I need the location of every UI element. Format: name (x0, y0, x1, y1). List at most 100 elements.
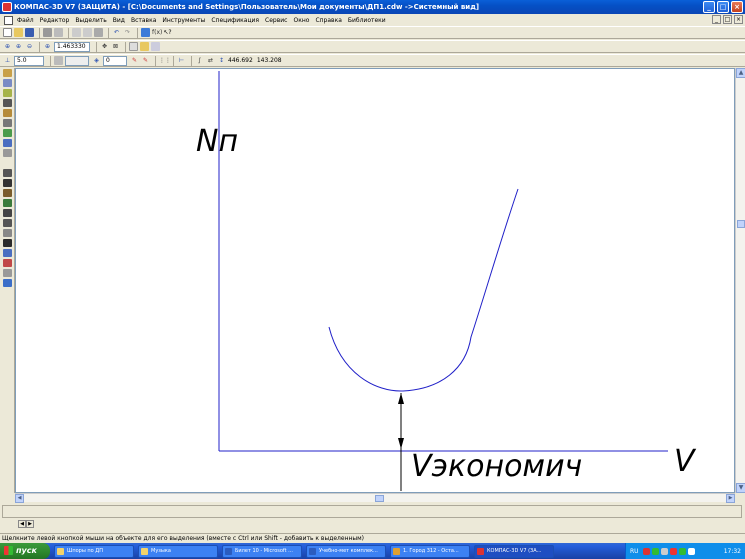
show-all-icon[interactable]: ⊠ (111, 42, 120, 51)
document-icon[interactable] (4, 15, 13, 25)
maximize-button[interactable]: □ (717, 1, 729, 13)
minimize-button[interactable]: _ (703, 1, 715, 13)
menu-select[interactable]: Выделить (75, 17, 106, 24)
edit-icon[interactable] (3, 99, 12, 107)
menu-editor[interactable]: Редактор (40, 17, 70, 24)
print-icon[interactable] (43, 28, 52, 37)
ellipse-icon[interactable] (3, 219, 12, 227)
paste-icon[interactable] (94, 28, 103, 37)
tray-icon[interactable] (678, 547, 686, 555)
save-icon[interactable] (25, 28, 34, 37)
notation-icon[interactable] (3, 89, 12, 97)
step-icon[interactable]: ⊥ (3, 56, 12, 65)
new-document-icon[interactable] (3, 28, 12, 37)
zoom-window-icon[interactable]: ⊕ (3, 42, 12, 51)
axis-icon[interactable] (3, 269, 12, 277)
tray-icon[interactable] (651, 547, 659, 555)
table-icon[interactable] (3, 259, 12, 267)
task-button[interactable]: Шпоры по ДП (54, 544, 134, 558)
drawing-svg[interactable]: Nп V Vэкономич (16, 69, 735, 493)
redo-icon[interactable]: ↷ (123, 28, 132, 37)
horizontal-scrollbar[interactable]: ◀ ▶ (15, 493, 735, 503)
grid-field[interactable] (65, 55, 89, 66)
menu-view[interactable]: Вид (113, 17, 125, 24)
doc-restore-button[interactable]: □ (723, 15, 732, 24)
zoom-in-icon[interactable]: ⊕ (14, 42, 23, 51)
menu-window[interactable]: Окно (293, 17, 309, 24)
circle-icon[interactable] (3, 199, 12, 207)
scroll-up-icon[interactable]: ▲ (736, 68, 745, 78)
pan-icon[interactable]: ✥ (100, 42, 109, 51)
collect-contour-icon[interactable] (3, 279, 12, 287)
tray-icon[interactable] (642, 547, 650, 555)
scroll-left-icon[interactable]: ◀ (15, 494, 24, 503)
copy-icon[interactable] (83, 28, 92, 37)
close-button[interactable]: × (731, 1, 743, 13)
chamfer-icon[interactable] (3, 229, 12, 237)
next-page-icon[interactable]: ▶ (26, 520, 34, 528)
select-icon[interactable] (3, 129, 12, 137)
menu-insert[interactable]: Вставка (131, 17, 156, 24)
grid-icon[interactable] (54, 56, 63, 65)
vertical-scroll-thumb[interactable] (737, 220, 745, 228)
zoom-field[interactable]: 1.463330 (54, 41, 90, 52)
help-pointer-icon[interactable]: ↖? (163, 28, 172, 37)
spec-icon[interactable] (3, 139, 12, 147)
layer-field[interactable]: 0 (103, 55, 127, 66)
open-folder-icon[interactable] (14, 28, 23, 37)
y-axis-label[interactable]: Nп (196, 124, 238, 159)
fillet-icon[interactable] (3, 239, 12, 247)
reports-icon[interactable] (3, 149, 12, 157)
geometry-icon[interactable] (3, 69, 12, 77)
vertical-scrollbar[interactable]: ▲ ▼ (735, 68, 745, 493)
local-cs-icon[interactable]: ⇄ (206, 56, 215, 65)
menu-specification[interactable]: Спецификация (211, 17, 259, 24)
prev-page-icon[interactable]: ◀ (18, 520, 26, 528)
x-axis-label[interactable]: V (674, 444, 697, 479)
volume-icon[interactable] (687, 547, 695, 555)
menu-service[interactable]: Сервис (265, 17, 287, 24)
color-icon[interactable]: ✎ (141, 56, 150, 65)
language-indicator[interactable]: RU (630, 548, 639, 555)
ortho-icon[interactable]: ⊢ (177, 56, 186, 65)
doc-minimize-button[interactable]: _ (712, 15, 721, 24)
function-icon[interactable]: f(x) (152, 28, 162, 37)
drawing-canvas[interactable]: Nп V Vэкономич (15, 68, 735, 493)
undo-icon[interactable]: ↶ (112, 28, 121, 37)
point-icon[interactable] (3, 169, 12, 177)
snap-icon[interactable]: ∫ (195, 56, 204, 65)
measure-icon[interactable] (3, 119, 12, 127)
task-button-active[interactable]: КОМПАС-3D V7 (ЗА... (474, 544, 554, 558)
refresh-icon[interactable] (129, 42, 138, 51)
menu-file[interactable]: Файл (17, 17, 34, 24)
menu-tools[interactable]: Инструменты (162, 17, 205, 24)
text-icon[interactable] (3, 249, 12, 257)
tray-icon[interactable] (669, 547, 677, 555)
print-preview-icon[interactable] (54, 28, 63, 37)
dimensions-icon[interactable] (3, 79, 12, 87)
segment-icon[interactable] (3, 189, 12, 197)
doc-close-button[interactable]: × (734, 15, 743, 24)
parametrization-icon[interactable] (3, 109, 12, 117)
zoom-out-icon[interactable]: ⊖ (25, 42, 34, 51)
tray-icon[interactable] (660, 547, 668, 555)
display-icon[interactable] (151, 42, 160, 51)
layers-icon[interactable] (140, 42, 149, 51)
horizontal-scroll-thumb[interactable] (375, 495, 384, 502)
zoom-scale-icon[interactable]: ⊕ (43, 42, 52, 51)
task-button[interactable]: Учебно-мет комплек... (306, 544, 386, 558)
scroll-down-icon[interactable]: ▼ (736, 483, 745, 493)
hatch-icon[interactable] (3, 179, 12, 187)
start-button[interactable]: пуск (0, 543, 50, 559)
scroll-right-icon[interactable]: ▶ (726, 494, 735, 503)
snap-grid-icon[interactable]: ⋮⋮ (159, 56, 171, 65)
economy-speed-label[interactable]: Vэкономич (411, 449, 582, 484)
step-field[interactable]: 5.0 (14, 55, 44, 66)
task-button[interactable]: Музыка (138, 544, 218, 558)
cut-icon[interactable] (72, 28, 81, 37)
task-button[interactable]: 1. Город 312 - Оста... (390, 544, 470, 558)
curve[interactable] (328, 188, 519, 392)
properties-icon[interactable] (141, 28, 150, 37)
style-icon[interactable]: ✎ (130, 56, 139, 65)
menu-help[interactable]: Справка (315, 17, 341, 24)
